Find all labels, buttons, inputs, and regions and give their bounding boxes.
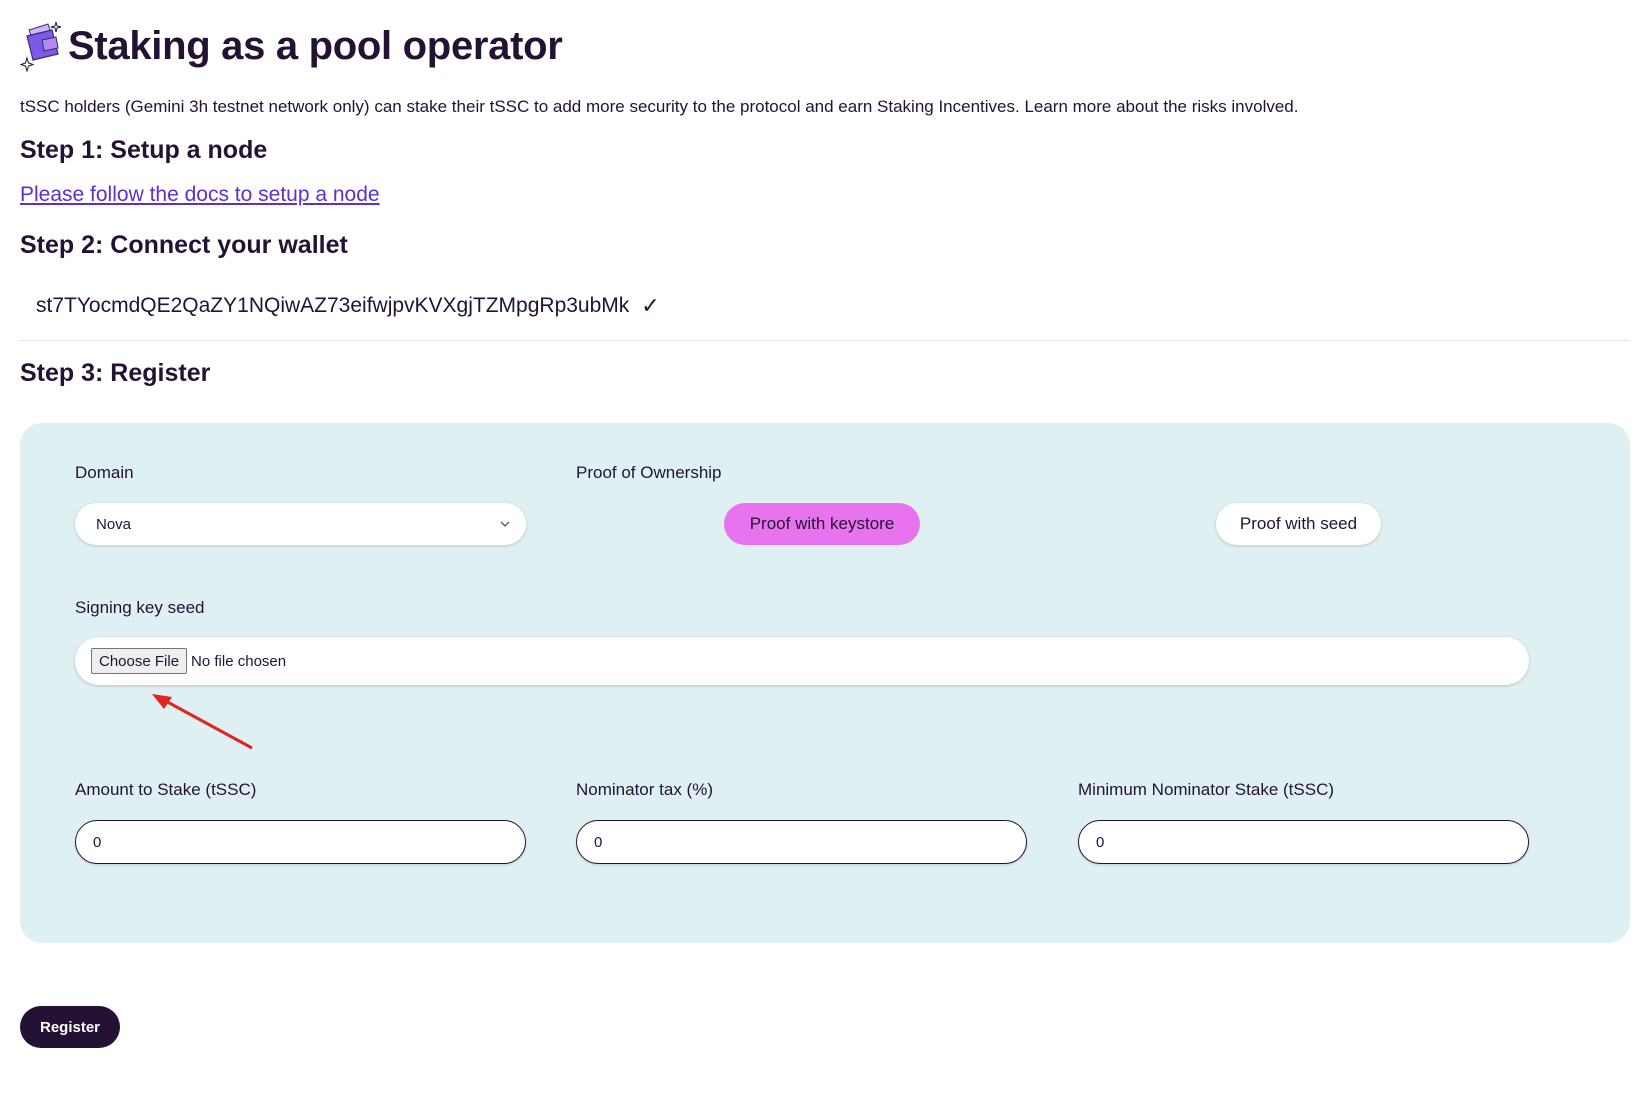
wallet-address: st7TYocmdQE2QaZY1NQiwAZ73eifwjpvKVXgjTZM… xyxy=(36,294,630,317)
register-form-panel: Domain Nova Proof of Ownership Proof wit… xyxy=(20,423,1630,943)
domain-selected-value: Nova xyxy=(96,515,132,533)
nominator-tax-input[interactable]: 0 xyxy=(576,820,1027,864)
step2-heading: Step 2: Connect your wallet xyxy=(20,231,348,259)
domain-label: Domain xyxy=(75,463,134,482)
docs-link[interactable]: Please follow the docs to setup a node xyxy=(20,183,380,207)
minimum-nominator-stake-input[interactable]: 0 xyxy=(1078,820,1529,864)
proof-of-ownership-label: Proof of Ownership xyxy=(576,463,722,482)
annotation-arrow-icon xyxy=(152,694,253,750)
intro-text: tSSC holders (Gemini 3h testnet network … xyxy=(20,97,1299,116)
page-header: Staking as a pool operator xyxy=(19,16,563,76)
amount-to-stake-input[interactable]: 0 xyxy=(75,820,526,864)
nominator-tax-label: Nominator tax (%) xyxy=(576,780,713,799)
choose-file-button[interactable]: Choose File xyxy=(91,648,188,674)
check-icon: ✓ xyxy=(641,293,660,318)
page-title: Staking as a pool operator xyxy=(68,23,563,68)
divider xyxy=(20,340,1630,341)
amount-to-stake-label: Amount to Stake (tSSC) xyxy=(75,780,257,799)
proof-with-keystore-button[interactable]: Proof with keystore xyxy=(724,503,920,545)
minimum-nominator-stake-label: Minimum Nominator Stake (tSSC) xyxy=(1078,780,1335,799)
wallet-connection[interactable]: st7TYocmdQE2QaZY1NQiwAZ73eifwjpvKVXgjTZM… xyxy=(36,293,660,319)
register-button[interactable]: Register xyxy=(20,1006,120,1048)
step3-heading: Step 3: Register xyxy=(20,359,211,387)
step1-heading: Step 1: Setup a node xyxy=(20,136,268,164)
domain-select[interactable]: Nova xyxy=(75,503,526,545)
wallet-sparkle-icon xyxy=(19,20,66,73)
proof-with-seed-button[interactable]: Proof with seed xyxy=(1216,503,1381,545)
signing-key-file-input[interactable]: Choose File No file chosen xyxy=(75,637,1529,685)
chevron-down-icon xyxy=(500,521,510,527)
signing-key-seed-label: Signing key seed xyxy=(75,598,205,617)
file-status-text: No file chosen xyxy=(191,652,287,670)
